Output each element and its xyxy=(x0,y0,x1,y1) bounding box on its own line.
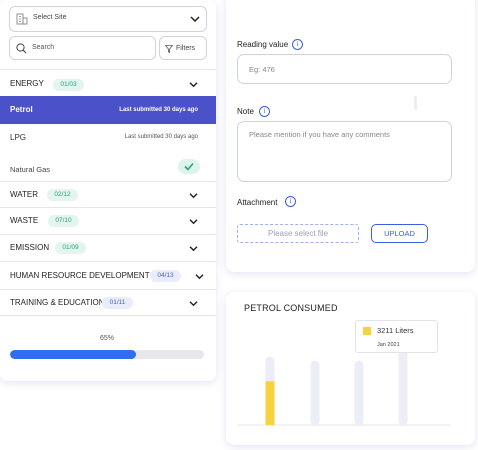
category-emission[interactable]: EMISSION 01/09 xyxy=(0,234,216,261)
info-icon[interactable]: i xyxy=(292,39,303,50)
category-name: HUMAN RESOURCE DEVELOPMENT xyxy=(10,271,150,280)
sub-item-name: Natural Gas xyxy=(10,165,51,174)
category-count-badge: 04/13 xyxy=(150,270,181,282)
filters-label: Filters xyxy=(176,45,196,52)
category-count-badge: 02/12 xyxy=(47,189,78,201)
category-training-education[interactable]: TRAINING & EDUCATION 01/11 xyxy=(0,289,216,315)
divider xyxy=(0,315,216,316)
reading-form: Reading value i Eg: 476 Note i Please me… xyxy=(226,0,475,272)
legend-swatch xyxy=(363,327,371,335)
category-name: EMISSION xyxy=(10,243,50,252)
note-label: Note xyxy=(237,107,254,116)
chevron-down-icon xyxy=(190,16,200,23)
sub-item-petrol[interactable]: Petrol Last submitted 30 days ago xyxy=(0,96,216,124)
reading-value-label: Reading value xyxy=(237,40,289,49)
chart-tooltip: 3211 Liters Jan 2021 xyxy=(355,320,438,353)
chevron-down-icon xyxy=(189,246,198,252)
category-name: ENERGY xyxy=(10,79,44,88)
category-count-badge: 01/11 xyxy=(102,297,133,309)
file-drop-zone[interactable]: Please select file xyxy=(237,224,359,243)
progress-bar xyxy=(10,350,204,359)
search-placeholder: Search xyxy=(32,44,55,51)
category-count-badge: 01/09 xyxy=(55,242,86,254)
upload-button[interactable]: UPLOAD xyxy=(371,224,428,243)
chart-title: PETROL CONSUMED xyxy=(244,303,338,313)
chart-canvas xyxy=(238,350,450,426)
bar-track xyxy=(354,360,364,425)
completed-indicator xyxy=(178,159,200,174)
chevron-down-icon xyxy=(189,301,198,307)
site-select-label: Select Site xyxy=(33,14,67,21)
progress-label: 65% xyxy=(99,335,114,342)
sub-item-meta: Last submitted 30 days ago xyxy=(119,107,198,113)
category-human-resource-development[interactable]: HUMAN RESOURCE DEVELOPMENT 04/13 xyxy=(0,261,216,289)
sub-item-name: LPG xyxy=(10,133,27,142)
bar-track xyxy=(398,350,408,425)
sub-item-name: Petrol xyxy=(10,105,33,114)
check-icon xyxy=(184,162,194,171)
chevron-down-icon xyxy=(189,193,198,199)
site-select[interactable]: Select Site xyxy=(9,6,207,32)
chevron-down-icon xyxy=(189,82,198,88)
chevron-down-icon xyxy=(189,219,198,225)
note-placeholder: Please mention if you have any comments xyxy=(249,130,390,139)
category-panel: Select Site Search Filters ENERGY 01/03 … xyxy=(0,0,216,381)
category-count-badge: 07/10 xyxy=(48,215,79,227)
info-icon[interactable]: i xyxy=(259,106,270,117)
search-input[interactable]: Search xyxy=(9,36,156,60)
category-count-badge: 01/03 xyxy=(53,79,84,91)
building-icon xyxy=(16,13,28,25)
tooltip-date: Jan 2021 xyxy=(377,342,400,348)
category-name: WATER xyxy=(10,190,38,199)
reading-value-placeholder: Eg: 476 xyxy=(249,65,275,74)
sub-item-lpg[interactable]: LPG Last submitted 30 days ago xyxy=(0,124,216,151)
chevron-down-icon xyxy=(195,274,204,280)
scrollbar-thumb[interactable] xyxy=(414,96,417,110)
filter-icon xyxy=(165,45,173,53)
sub-item-natural-gas[interactable]: Natural Gas xyxy=(0,151,216,181)
filters-button[interactable]: Filters xyxy=(159,36,207,60)
tooltip-value: 3211 Liters xyxy=(377,326,414,335)
petrol-consumed-chart: PETROL CONSUMED 3211 Liters Jan 2021 xyxy=(226,292,475,445)
note-textarea[interactable]: Please mention if you have any comments xyxy=(237,121,452,182)
category-name: TRAINING & EDUCATION xyxy=(10,298,105,307)
bar-value[interactable] xyxy=(265,381,275,425)
attachment-label: Attachment xyxy=(237,198,278,207)
category-energy[interactable]: ENERGY 01/03 xyxy=(0,69,216,96)
sub-item-meta: Last submitted 30 days ago xyxy=(124,134,198,140)
bar-track xyxy=(310,360,320,425)
search-icon xyxy=(16,43,27,54)
info-icon[interactable]: i xyxy=(285,196,296,207)
category-water[interactable]: WATER 02/12 xyxy=(0,181,216,207)
category-waste[interactable]: WASTE 07/10 xyxy=(0,207,216,234)
progress-fill xyxy=(10,350,137,359)
category-name: WASTE xyxy=(10,216,39,225)
reading-value-input[interactable]: Eg: 476 xyxy=(237,54,452,84)
